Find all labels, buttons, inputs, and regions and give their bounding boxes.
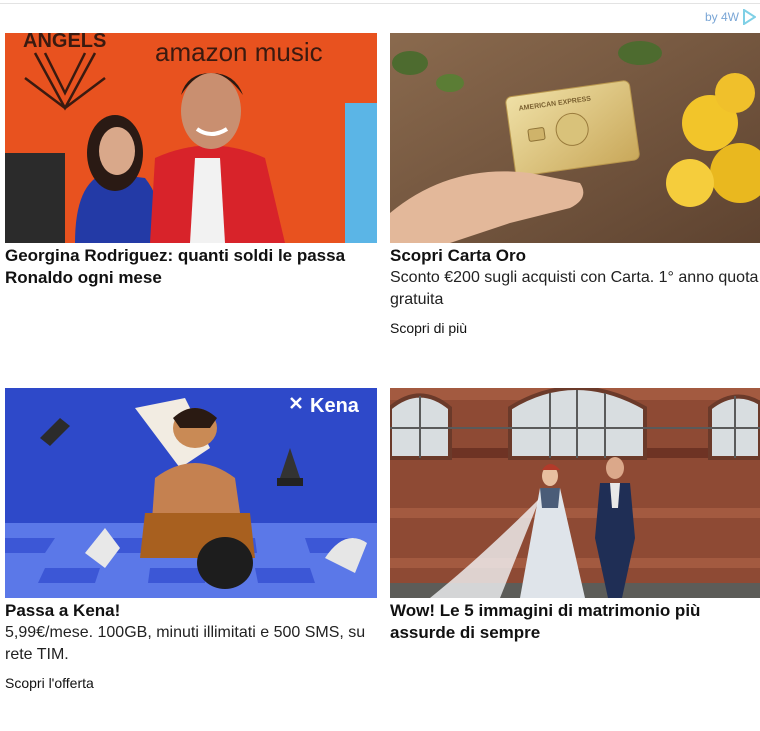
ad-cta-link[interactable]: Scopri l'offerta xyxy=(5,674,377,692)
article-thumbnail[interactable] xyxy=(390,388,760,598)
ad-card-kena[interactable]: Kena Passa a Kena! 5,99€/mese. 100GB, mi… xyxy=(5,388,377,692)
provider-attribution[interactable]: by 4W xyxy=(705,8,756,26)
article-title[interactable]: Georgina Rodriguez: quanti soldi le pass… xyxy=(5,245,377,289)
article-title[interactable]: Wow! Le 5 immagini di matrimonio più ass… xyxy=(390,600,760,644)
ad-thumbnail[interactable]: Kena xyxy=(5,388,377,598)
top-divider xyxy=(0,3,760,4)
provider-label: by 4W xyxy=(704,10,739,24)
ad-title[interactable]: Passa a Kena! xyxy=(5,600,377,622)
ad-cta-link[interactable]: Scopri di più xyxy=(390,319,760,337)
article-thumbnail[interactable]: ANGELS amazon music xyxy=(5,33,377,243)
ad-description: 5,99€/mese. 100GB, minuti illimitati e 5… xyxy=(5,624,366,663)
ad-card-carta-oro[interactable]: AMERICAN EXPRESS Scopri Carta Oro Sconto… xyxy=(390,33,760,337)
play-triangle-icon xyxy=(743,9,756,25)
image-logo-right: amazon music xyxy=(155,37,323,67)
image-logo-left: ANGELS xyxy=(23,33,106,52)
ad-thumbnail[interactable]: AMERICAN EXPRESS xyxy=(390,33,760,243)
article-card-matrimonio[interactable]: Wow! Le 5 immagini di matrimonio più ass… xyxy=(390,388,760,644)
ad-description: Sconto €200 sugli acquisti con Carta. 1°… xyxy=(390,269,759,308)
ad-title[interactable]: Scopri Carta Oro xyxy=(390,245,760,267)
article-card-georgina[interactable]: ANGELS amazon music Georgina Rodriguez: … xyxy=(5,33,377,289)
brand-logo-text: Kena xyxy=(310,395,360,417)
